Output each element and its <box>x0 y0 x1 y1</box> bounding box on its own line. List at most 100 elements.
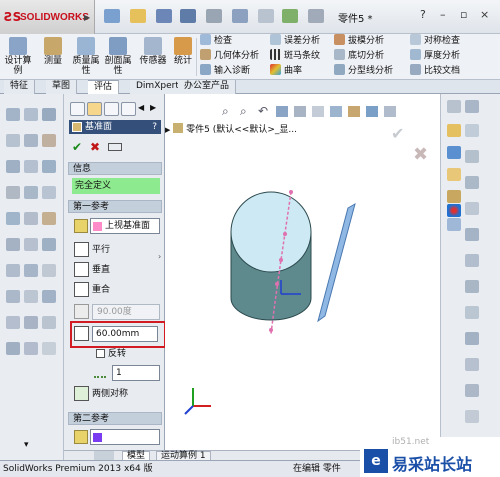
solidworks-menu-button[interactable]: ƧS SOLIDWORKS ▶ <box>0 0 95 34</box>
intersect-tool-icon[interactable] <box>42 238 56 251</box>
tool-icon[interactable] <box>465 358 479 371</box>
help-button[interactable]: ? <box>420 8 426 21</box>
perpendicular-option[interactable]: 垂直 <box>74 262 110 278</box>
tab-sketch[interactable]: 草图 <box>46 80 78 94</box>
print-icon[interactable] <box>206 9 222 23</box>
print-icon[interactable] <box>156 9 172 23</box>
collapse-panel-handle[interactable]: › <box>158 252 161 261</box>
second-reference-section-header[interactable]: 第二参考 <box>68 412 162 425</box>
open-icon[interactable] <box>130 9 146 23</box>
undercut-analysis-button[interactable]: 底切分析 <box>334 49 393 64</box>
wrap-tool-icon[interactable] <box>24 238 38 251</box>
tool-icon[interactable] <box>465 306 479 319</box>
tool-icon[interactable] <box>465 410 479 423</box>
design-study-button[interactable]: 设计算例 <box>4 37 32 76</box>
property-manager-tab-icon[interactable] <box>87 102 102 116</box>
parallel-option[interactable]: 平行 <box>74 242 110 258</box>
check-button[interactable]: 检查 <box>200 34 259 49</box>
extrude-tool-icon[interactable] <box>6 134 20 147</box>
help-button[interactable]: ? <box>152 120 157 134</box>
dimxpert-manager-tab-icon[interactable] <box>121 102 136 116</box>
flip-checkbox[interactable]: 反转 <box>96 346 126 362</box>
new-icon[interactable] <box>104 9 120 23</box>
angle-field[interactable]: 90.00度 <box>92 304 160 320</box>
mid-plane-option[interactable]: 两侧对称 <box>74 386 128 402</box>
save-icon[interactable] <box>180 9 196 23</box>
knit-surface-icon[interactable] <box>42 316 56 329</box>
fillet-tool-icon[interactable] <box>24 160 38 173</box>
rebuild-icon[interactable] <box>282 9 298 23</box>
chevron-down-icon[interactable]: ▾ <box>24 440 29 450</box>
reference-plane-tool-icon[interactable] <box>6 264 20 277</box>
tab-scroll-arrows[interactable] <box>94 451 114 460</box>
fill-surface-icon[interactable] <box>24 342 38 355</box>
info-section-header[interactable]: 信息 <box>68 162 162 175</box>
tool-icon[interactable] <box>465 202 479 215</box>
tool-icon[interactable] <box>465 384 479 397</box>
draft-tool-icon[interactable] <box>42 186 56 199</box>
axis-tool-icon[interactable] <box>24 264 38 277</box>
point-tool-icon[interactable] <box>6 290 20 303</box>
surface-tool-icon[interactable] <box>6 316 20 329</box>
handle-point[interactable] <box>269 328 273 332</box>
tool-icon[interactable] <box>465 254 479 267</box>
sweep-tool-icon[interactable] <box>42 134 56 147</box>
measure-button[interactable]: 测量 <box>42 37 64 66</box>
handle-point[interactable] <box>279 258 283 262</box>
ok-check-icon[interactable]: ✔ <box>72 140 82 154</box>
coincident-option[interactable]: 重合 <box>74 282 110 298</box>
design-library-icon[interactable] <box>447 168 461 181</box>
home-icon[interactable] <box>447 124 461 137</box>
handle-point[interactable] <box>283 232 287 236</box>
symmetry-check-button[interactable]: 对称检查 <box>410 34 460 49</box>
second-reference-field[interactable] <box>90 429 160 445</box>
section-properties-button[interactable]: 剖面属性 <box>104 37 132 76</box>
tool-icon[interactable] <box>447 100 461 113</box>
chamfer-tool-icon[interactable] <box>42 160 56 173</box>
thickness-analysis-button[interactable]: 厚度分析 <box>410 49 460 64</box>
tab-features[interactable]: 特征 <box>4 80 36 94</box>
thicken-icon[interactable] <box>42 342 56 355</box>
tool-icon[interactable] <box>465 124 479 137</box>
sensor-button[interactable]: 传感器 <box>138 37 168 66</box>
coordinate-tool-icon[interactable] <box>42 264 56 277</box>
tool-icon[interactable] <box>465 332 479 345</box>
shell-tool-icon[interactable] <box>6 186 20 199</box>
tool-icon[interactable] <box>465 280 479 293</box>
compare-documents-button[interactable]: 比较文档 <box>410 64 460 79</box>
revolve-tool-icon[interactable] <box>24 134 38 147</box>
pattern-tool-icon[interactable] <box>6 212 20 225</box>
pushpin-icon[interactable] <box>108 143 122 151</box>
undo-icon[interactable] <box>232 9 248 23</box>
tool-icon[interactable] <box>465 150 479 163</box>
line-tool-icon[interactable] <box>24 108 38 121</box>
offset-surface-icon[interactable] <box>24 316 38 329</box>
rib-tool-icon[interactable] <box>24 186 38 199</box>
appearances-icon[interactable] <box>447 204 461 217</box>
close-button[interactable]: × <box>480 8 489 21</box>
maximize-button[interactable]: ▫ <box>460 8 467 21</box>
configuration-manager-tab-icon[interactable] <box>104 102 119 116</box>
mass-properties-button[interactable]: 质量属性 <box>72 37 100 76</box>
draft-analysis-button[interactable]: 拔模分析 <box>334 34 393 49</box>
curve-through-points-icon[interactable] <box>24 290 38 303</box>
angle-icon[interactable] <box>74 304 89 319</box>
deviation-analysis-button[interactable]: 误差分析 <box>270 34 320 49</box>
tab-office-products[interactable]: 办公室产品 <box>178 80 237 94</box>
cancel-x-icon[interactable]: ✖ <box>90 140 100 154</box>
minimize-button[interactable]: – <box>440 8 446 21</box>
hole-tool-icon[interactable] <box>42 212 56 225</box>
statistics-button[interactable]: 统计 <box>172 37 194 66</box>
trim-surface-icon[interactable] <box>6 342 20 355</box>
graphics-area[interactable]: ▶ 零件5 (默认<<默认>_显... ⌕ ⌕ ↶ ✔ ✖ <box>165 94 440 450</box>
handle-point[interactable] <box>289 190 293 194</box>
mirror-tool-icon[interactable] <box>24 212 38 225</box>
chevron-right-icon[interactable]: ▶ <box>150 103 156 112</box>
handle-point[interactable] <box>275 282 279 286</box>
select-icon[interactable] <box>258 9 274 23</box>
feature-manager-tab-icon[interactable] <box>70 102 85 116</box>
curvature-button[interactable]: 曲率 <box>270 64 320 79</box>
first-reference-section-header[interactable]: 第一参考 <box>68 200 162 213</box>
tool-icon[interactable] <box>465 176 479 189</box>
import-diagnostics-button[interactable]: 输入诊断 <box>200 64 259 79</box>
